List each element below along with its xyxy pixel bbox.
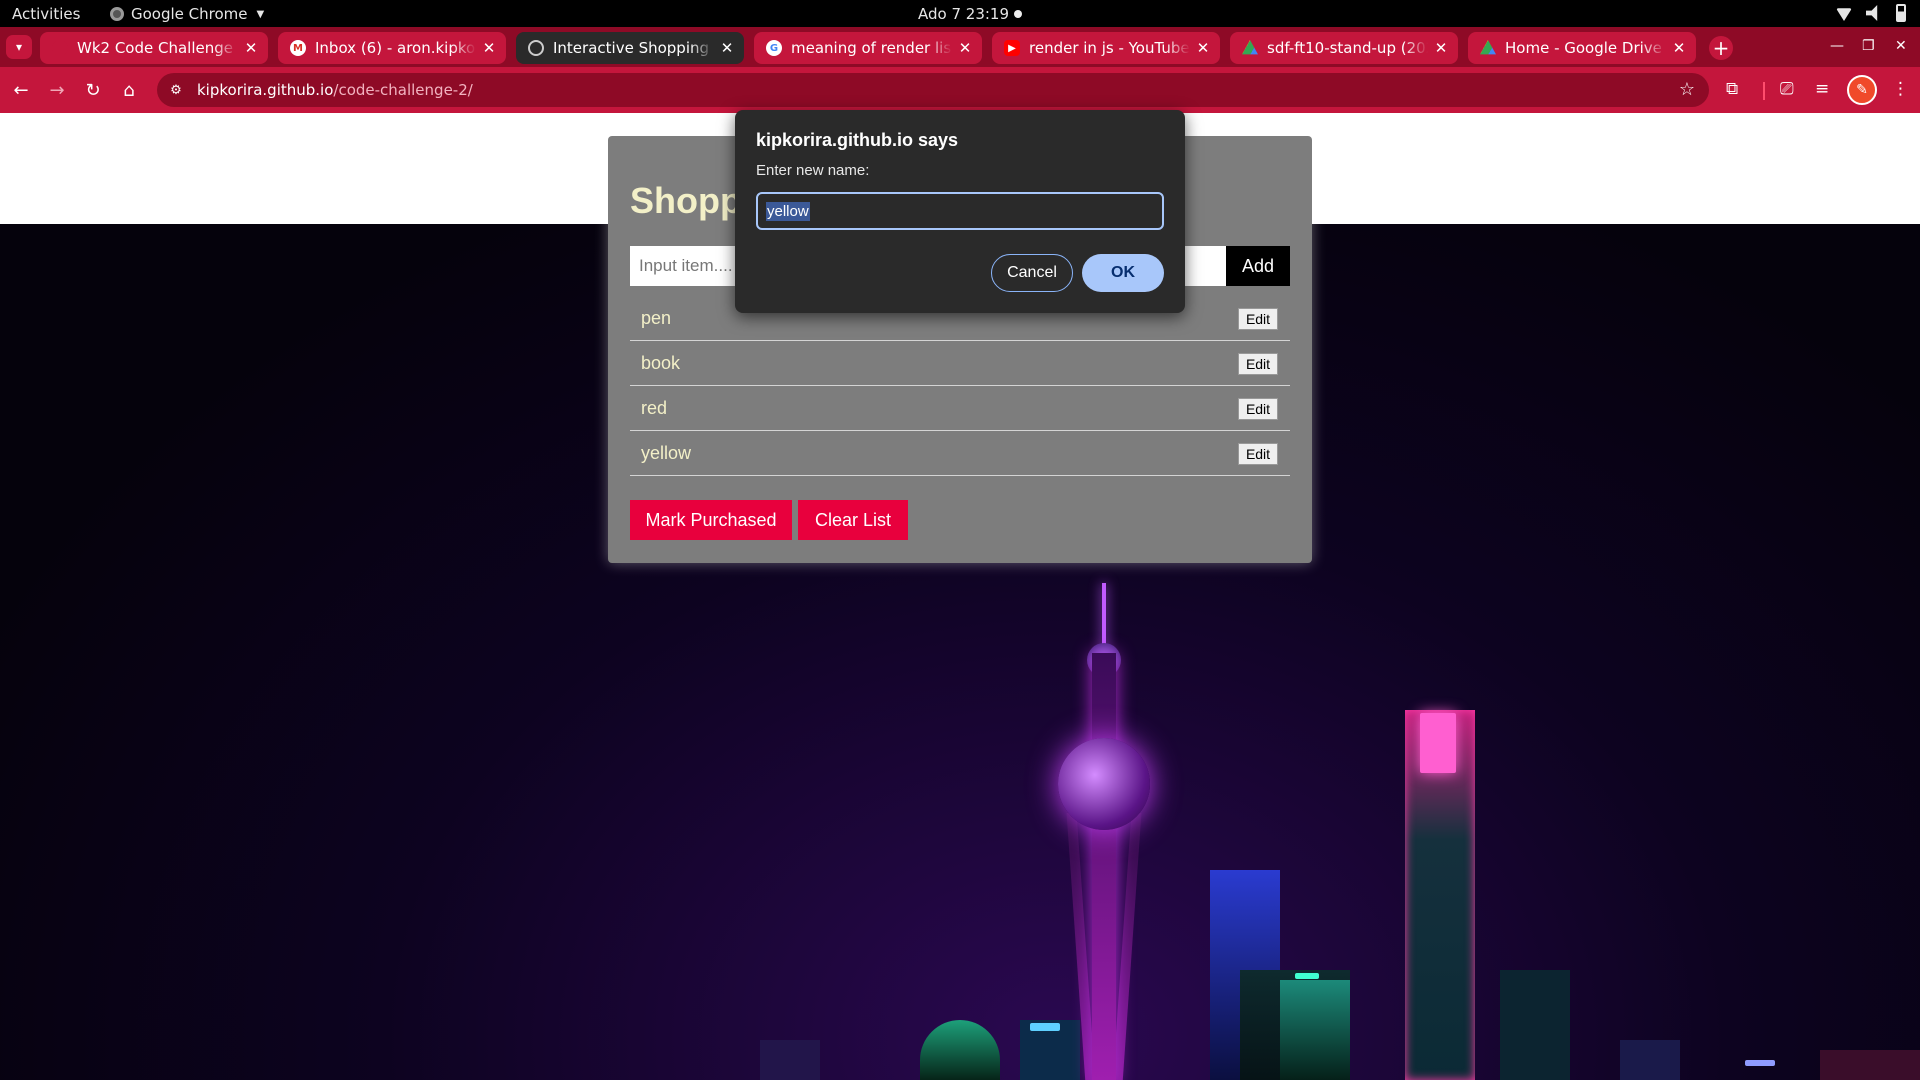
media-controls-icon[interactable]: ≡ bbox=[1815, 79, 1829, 99]
neon-light bbox=[1420, 713, 1456, 773]
tab-title: sdf-ft10-stand-up (2024- bbox=[1267, 39, 1428, 57]
close-window-icon[interactable]: ✕ bbox=[1895, 38, 1907, 54]
building bbox=[1280, 980, 1350, 1080]
youtube-icon: ▶ bbox=[1004, 40, 1020, 56]
notification-dot-icon bbox=[1014, 10, 1022, 18]
item-name: red bbox=[641, 398, 668, 418]
dialog-message: Enter new name: bbox=[756, 162, 870, 179]
neon-light bbox=[1030, 1023, 1060, 1031]
ok-button[interactable]: OK bbox=[1082, 254, 1164, 292]
close-icon[interactable]: ✕ bbox=[1194, 39, 1212, 57]
code-challenge-icon bbox=[52, 40, 68, 56]
list-item: book Edit bbox=[630, 341, 1290, 386]
tab-sdf-stand-up[interactable]: sdf-ft10-stand-up (2024- ✕ bbox=[1230, 32, 1458, 64]
tab-title: Inbox (6) - aron.kipkorir@ bbox=[315, 39, 476, 57]
close-icon[interactable]: ✕ bbox=[1670, 39, 1688, 57]
list-item: yellow Edit bbox=[630, 431, 1290, 476]
edit-button[interactable]: Edit bbox=[1238, 308, 1278, 330]
home-icon[interactable]: ⌂ bbox=[116, 77, 142, 103]
system-top-bar: Activities Google Chrome ▼ Ado 7 23:19 bbox=[0, 0, 1920, 27]
dialog-title: kipkorira.github.io says bbox=[756, 130, 959, 150]
app-menu[interactable]: Google Chrome ▼ bbox=[110, 5, 264, 23]
browser-toolbar: ← → ↻ ⌂ ⚙ kipkorira.github.io/code-chall… bbox=[0, 67, 1920, 113]
add-button[interactable]: Add bbox=[1226, 246, 1290, 286]
minimize-icon[interactable]: — bbox=[1830, 38, 1844, 54]
close-icon[interactable]: ✕ bbox=[1432, 39, 1450, 57]
battery-icon bbox=[1896, 4, 1906, 22]
close-icon[interactable]: ✕ bbox=[242, 39, 260, 57]
google-drive-icon bbox=[1242, 40, 1258, 55]
site-info-icon[interactable]: ⚙ bbox=[167, 81, 185, 99]
list-item: red Edit bbox=[630, 386, 1290, 431]
activities-button[interactable]: Activities bbox=[12, 5, 80, 23]
building bbox=[760, 1040, 820, 1080]
tab-interactive-shopping-list[interactable]: Interactive Shopping List ✕ bbox=[516, 32, 744, 64]
new-name-input[interactable]: yellow bbox=[756, 192, 1164, 230]
close-icon[interactable]: ✕ bbox=[480, 39, 498, 57]
menu-kebab-icon[interactable]: ⋮ bbox=[1892, 79, 1909, 99]
mark-purchased-button[interactable]: Mark Purchased bbox=[630, 500, 792, 540]
close-icon[interactable]: ✕ bbox=[718, 39, 736, 57]
clear-list-button[interactable]: Clear List bbox=[798, 500, 908, 540]
tab-title: Wk2 Code Challenge - Co bbox=[77, 39, 238, 57]
new-tab-button[interactable]: + bbox=[1709, 36, 1733, 60]
reload-icon[interactable]: ↻ bbox=[80, 77, 106, 103]
neon-light bbox=[1295, 973, 1319, 979]
google-icon: G bbox=[766, 40, 782, 56]
forward-icon[interactable]: → bbox=[44, 77, 70, 103]
volume-icon bbox=[1866, 5, 1878, 21]
restore-icon[interactable]: ❐ bbox=[1862, 38, 1875, 54]
tab-title: Interactive Shopping List bbox=[553, 39, 714, 57]
building bbox=[1820, 1050, 1920, 1080]
caret-down-icon: ▼ bbox=[256, 8, 265, 20]
item-name: pen bbox=[641, 308, 672, 328]
tab-home-google-drive[interactable]: Home - Google Drive ✕ bbox=[1468, 32, 1696, 64]
tab-search-button[interactable]: ▾ bbox=[6, 35, 32, 59]
tower-lower-sphere bbox=[1058, 738, 1150, 830]
cancel-button[interactable]: Cancel bbox=[991, 254, 1073, 292]
building bbox=[1500, 970, 1570, 1080]
address-bar[interactable]: ⚙ kipkorira.github.io/code-challenge-2/ … bbox=[157, 73, 1709, 107]
prompt-dialog: kipkorira.github.io says Enter new name:… bbox=[735, 110, 1185, 313]
toolbar-divider bbox=[1763, 82, 1765, 100]
tab-title: Home - Google Drive bbox=[1505, 39, 1662, 57]
tab-title: meaning of render list in bbox=[791, 39, 952, 57]
tab-strip: ▾ Wk2 Code Challenge - Co ✕ M Inbox (6) … bbox=[0, 27, 1920, 67]
url-text[interactable]: kipkorira.github.io/code-challenge-2/ bbox=[197, 81, 473, 99]
building bbox=[1620, 1040, 1680, 1080]
cast-icon[interactable]: ⎚ bbox=[1780, 79, 1794, 99]
edit-button[interactable]: Edit bbox=[1238, 353, 1278, 375]
tab-inbox[interactable]: M Inbox (6) - aron.kipkorir@ ✕ bbox=[278, 32, 506, 64]
wifi-icon bbox=[1836, 8, 1852, 21]
tab-title: render in js - YouTube bbox=[1029, 39, 1190, 57]
tower-shaft bbox=[1092, 653, 1116, 1080]
edit-button[interactable]: Edit bbox=[1238, 398, 1278, 420]
url-domain: kipkorira.github.io bbox=[197, 81, 334, 99]
gmail-icon: M bbox=[290, 40, 306, 56]
clock[interactable]: Ado 7 23:19 bbox=[918, 5, 1009, 23]
tab-render-in-js-youtube[interactable]: ▶ render in js - YouTube ✕ bbox=[992, 32, 1220, 64]
selected-input-text: yellow bbox=[766, 201, 810, 221]
item-name: yellow bbox=[641, 443, 692, 463]
close-icon[interactable]: ✕ bbox=[956, 39, 974, 57]
back-icon[interactable]: ← bbox=[8, 77, 34, 103]
building bbox=[920, 1020, 1000, 1080]
page-title: Shopp bbox=[630, 180, 742, 221]
extensions-icon[interactable]: ⧉ bbox=[1726, 79, 1738, 99]
chrome-icon bbox=[110, 7, 124, 21]
edit-button[interactable]: Edit bbox=[1238, 443, 1278, 465]
neon-light bbox=[1745, 1060, 1775, 1066]
tab-wk2-code-challenge[interactable]: Wk2 Code Challenge - Co ✕ bbox=[40, 32, 268, 64]
globe-icon bbox=[528, 40, 544, 56]
bookmark-star-icon[interactable]: ☆ bbox=[1679, 79, 1695, 100]
google-drive-icon bbox=[1480, 40, 1496, 55]
system-tray[interactable] bbox=[1836, 4, 1906, 22]
tab-meaning-of-render-list[interactable]: G meaning of render list in ✕ bbox=[754, 32, 982, 64]
app-name: Google Chrome bbox=[131, 5, 248, 23]
item-name: book bbox=[641, 353, 681, 373]
profile-avatar[interactable]: ✎ bbox=[1847, 75, 1877, 105]
url-path: /code-challenge-2/ bbox=[333, 81, 473, 99]
